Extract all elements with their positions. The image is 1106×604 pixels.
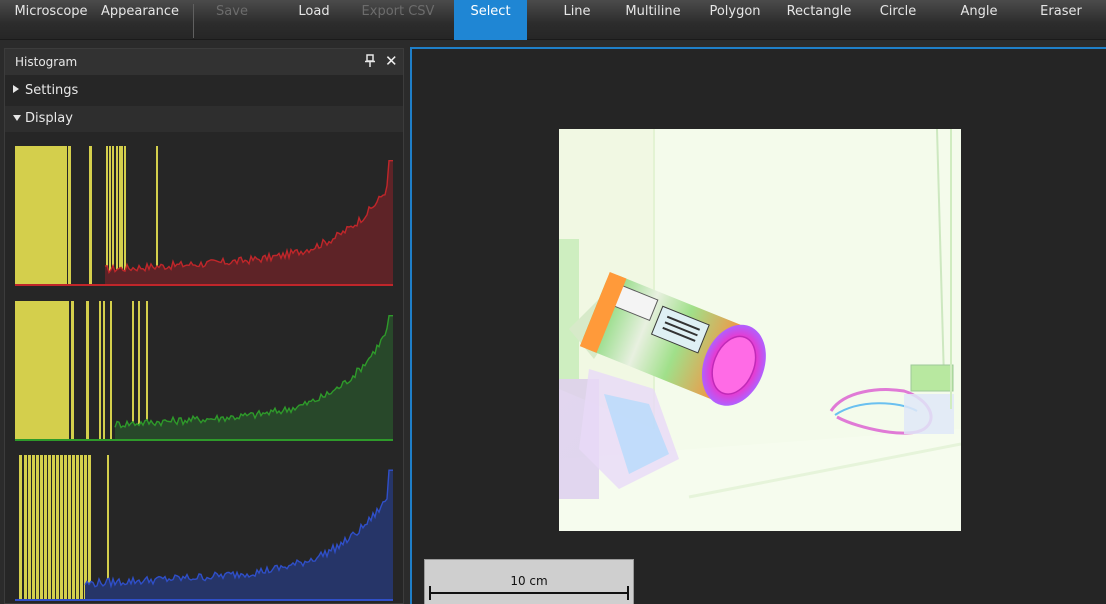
range-line <box>80 455 83 601</box>
range-line <box>109 146 111 286</box>
eraser-tool-button[interactable]: Eraser <box>1026 0 1096 40</box>
export-csv-button[interactable]: Export CSV <box>358 0 438 40</box>
range-line <box>40 455 43 601</box>
range-line <box>86 301 89 441</box>
blue-histogram-area <box>85 470 393 599</box>
range-line <box>68 455 71 601</box>
green-histogram-area <box>115 315 393 439</box>
toolbar-separator <box>193 4 194 38</box>
polygon-tool-button[interactable]: Polygon <box>700 0 770 40</box>
range-line <box>84 455 87 601</box>
range-line <box>32 455 35 601</box>
angle-tool-button[interactable]: Angle <box>942 0 1016 40</box>
save-button[interactable]: Save <box>205 0 259 40</box>
pin-icon[interactable] <box>364 53 376 69</box>
range-line <box>76 455 79 601</box>
image-viewer[interactable]: 10 cm <box>410 47 1106 604</box>
appearance-menu[interactable]: Appearance <box>96 0 184 40</box>
display-label: Display <box>25 111 73 126</box>
settings-label: Settings <box>25 83 79 98</box>
range-line <box>132 301 134 441</box>
green-channel-histogram[interactable] <box>15 301 393 441</box>
range-line <box>138 301 140 441</box>
range-line <box>68 146 71 286</box>
close-icon[interactable]: ✕ <box>385 53 398 69</box>
range-line <box>89 146 92 286</box>
blue-histogram-baseline <box>15 599 393 601</box>
range-line <box>72 455 75 601</box>
rectangle-tool-button[interactable]: Rectangle <box>779 0 859 40</box>
inverted-photo-graphic <box>559 129 961 531</box>
range-block <box>15 301 69 441</box>
red-channel-histogram[interactable] <box>15 146 393 286</box>
range-line <box>19 455 22 601</box>
range-line <box>99 301 101 441</box>
multiline-tool-button[interactable]: Multiline <box>619 0 687 40</box>
range-line <box>71 301 74 441</box>
blue-channel-histogram[interactable] <box>15 455 393 601</box>
range-line <box>121 146 123 286</box>
range-line <box>116 146 118 286</box>
main-toolbar: Microscope Appearance Save Load Export C… <box>0 0 1106 40</box>
load-button[interactable]: Load <box>284 0 344 40</box>
scale-bar-line <box>429 592 629 594</box>
range-line <box>56 455 59 601</box>
scale-bar-left-tick <box>429 586 431 600</box>
range-line <box>44 455 47 601</box>
scale-bar-label: 10 cm <box>510 574 548 588</box>
circle-tool-button[interactable]: Circle <box>871 0 925 40</box>
range-block <box>15 146 67 286</box>
red-histogram-baseline <box>15 284 393 286</box>
display-section-toggle[interactable]: Display <box>5 106 403 132</box>
panel-title: Histogram <box>15 55 78 69</box>
microscope-menu[interactable]: Microscope <box>5 0 97 40</box>
range-line <box>119 146 121 286</box>
collapsed-arrow-icon <box>13 85 19 93</box>
range-line <box>106 146 108 286</box>
select-tool-button[interactable]: Select <box>454 0 527 40</box>
histogram-panel-header: Histogram ✕ <box>5 49 403 75</box>
histogram-panel: Histogram ✕ Settings Display <box>4 48 404 604</box>
range-line <box>110 301 112 441</box>
settings-section-toggle[interactable]: Settings <box>5 78 403 104</box>
camera-image[interactable] <box>559 129 961 531</box>
range-line <box>48 455 51 601</box>
range-line <box>28 455 31 601</box>
green-histogram-baseline <box>15 439 393 441</box>
range-line <box>60 455 63 601</box>
range-line <box>64 455 67 601</box>
expanded-arrow-icon <box>13 115 21 121</box>
range-line <box>36 455 39 601</box>
range-line <box>156 146 158 286</box>
range-line <box>52 455 55 601</box>
range-line <box>124 146 126 286</box>
scale-bar: 10 cm <box>424 559 634 604</box>
range-line <box>88 455 91 601</box>
range-line <box>103 301 105 441</box>
range-line <box>24 455 27 601</box>
scale-bar-right-tick <box>627 586 629 600</box>
line-tool-button[interactable]: Line <box>555 0 599 40</box>
